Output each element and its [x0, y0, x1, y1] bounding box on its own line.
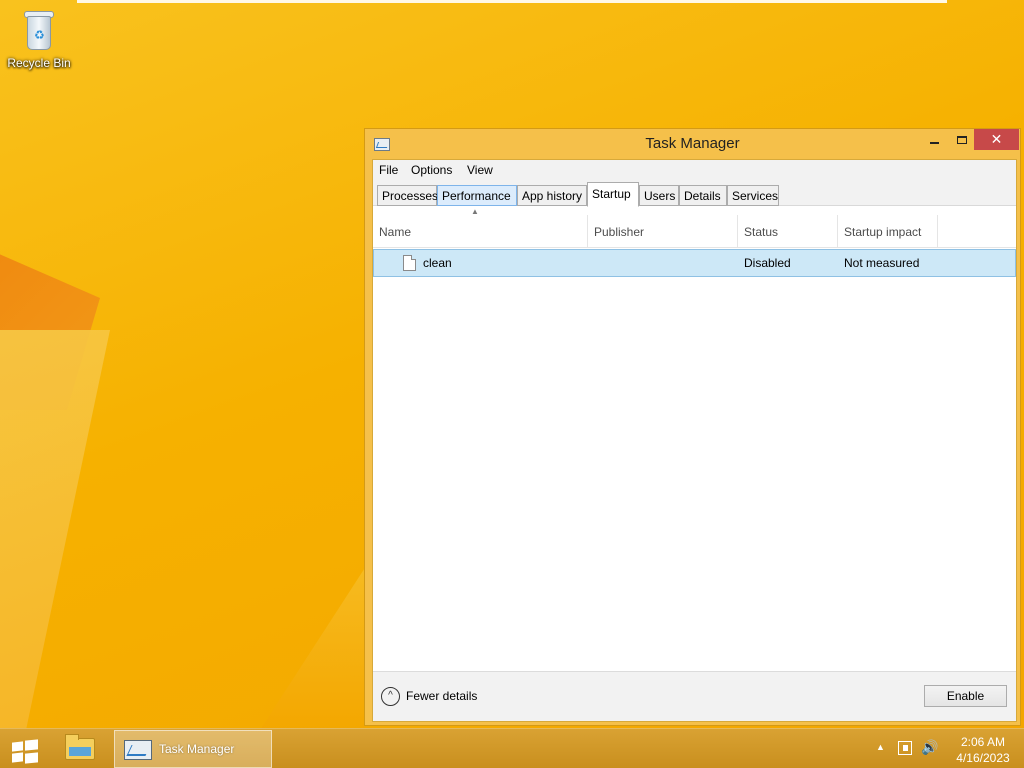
column-divider[interactable]: [737, 215, 738, 248]
desktop-icon-recycle-bin[interactable]: ♻ Recycle Bin: [6, 6, 72, 70]
taskbar: Task Manager ▲ 🔊 2:06 AM 4/16/2023: [0, 728, 1024, 768]
menu-options[interactable]: Options: [411, 163, 452, 177]
clock-time: 2:06 AM: [960, 735, 1006, 749]
column-header-startup-impact[interactable]: Startup impact: [844, 225, 921, 239]
wallpaper-shape: [260, 560, 370, 728]
taskbar-task-manager[interactable]: Task Manager: [114, 730, 272, 768]
column-divider[interactable]: [587, 215, 588, 248]
tab-performance[interactable]: Performance: [437, 185, 517, 206]
desktop-icon-label: Recycle Bin: [7, 56, 71, 70]
network-icon[interactable]: [898, 741, 912, 755]
cell-name: clean: [423, 256, 452, 270]
enable-button[interactable]: Enable: [924, 685, 1007, 707]
menu-file[interactable]: File: [379, 163, 398, 177]
tab-services[interactable]: Services: [727, 185, 779, 206]
menu-view[interactable]: View: [467, 163, 493, 177]
window-client: File Options View Processes Performance …: [372, 159, 1017, 722]
menu-bar: File Options View: [373, 160, 1016, 180]
cell-status: Disabled: [744, 256, 791, 270]
startup-table: ▲ Name Publisher Status Startup impact c…: [373, 207, 1016, 671]
table-row[interactable]: clean Disabled Not measured: [373, 249, 1016, 277]
cell-startup-impact: Not measured: [844, 256, 920, 270]
column-header-name[interactable]: Name: [379, 225, 411, 239]
title-bar[interactable]: Task Manager ✕: [365, 129, 1020, 159]
wallpaper-shape: [0, 330, 110, 728]
file-explorer-icon: [65, 734, 95, 760]
taskbar-item-label: Task Manager: [159, 742, 235, 756]
maximize-button[interactable]: [949, 129, 975, 150]
task-manager-icon: [124, 740, 152, 760]
clock-date: 4/16/2023: [956, 751, 1010, 765]
column-divider[interactable]: [937, 215, 938, 248]
close-icon: ✕: [990, 131, 1003, 147]
maximize-icon: [957, 136, 967, 144]
column-divider[interactable]: [837, 215, 838, 248]
background-window-edge: [77, 0, 947, 3]
column-header-publisher[interactable]: Publisher: [594, 225, 644, 239]
close-button[interactable]: ✕: [974, 129, 1019, 150]
tab-strip: Processes Performance App history Startu…: [373, 180, 1016, 207]
clock[interactable]: 2:06 AM 4/16/2023: [950, 734, 1016, 766]
file-icon: [403, 255, 416, 271]
volume-icon[interactable]: 🔊: [921, 739, 938, 756]
chevron-up-icon[interactable]: ^: [381, 687, 400, 706]
minimize-button[interactable]: [921, 129, 947, 150]
fewer-details-link[interactable]: Fewer details: [406, 689, 477, 703]
tab-app-history[interactable]: App history: [517, 185, 587, 206]
tab-processes[interactable]: Processes: [377, 185, 438, 206]
recycle-bin-icon: ♻: [21, 6, 57, 52]
tab-details[interactable]: Details: [679, 185, 727, 206]
footer-bar: ^ Fewer details Enable: [373, 671, 1016, 721]
show-hidden-icons-icon[interactable]: ▲: [876, 742, 885, 752]
task-manager-window: Task Manager ✕ File Options View Process…: [364, 128, 1021, 726]
tab-users[interactable]: Users: [639, 185, 679, 206]
minimize-icon: [929, 142, 939, 144]
start-button[interactable]: [6, 735, 44, 764]
table-header: Name Publisher Status Startup impact: [373, 215, 1016, 248]
column-header-status[interactable]: Status: [744, 225, 778, 239]
tab-startup[interactable]: Startup: [587, 182, 639, 207]
file-explorer-button[interactable]: [56, 732, 104, 766]
